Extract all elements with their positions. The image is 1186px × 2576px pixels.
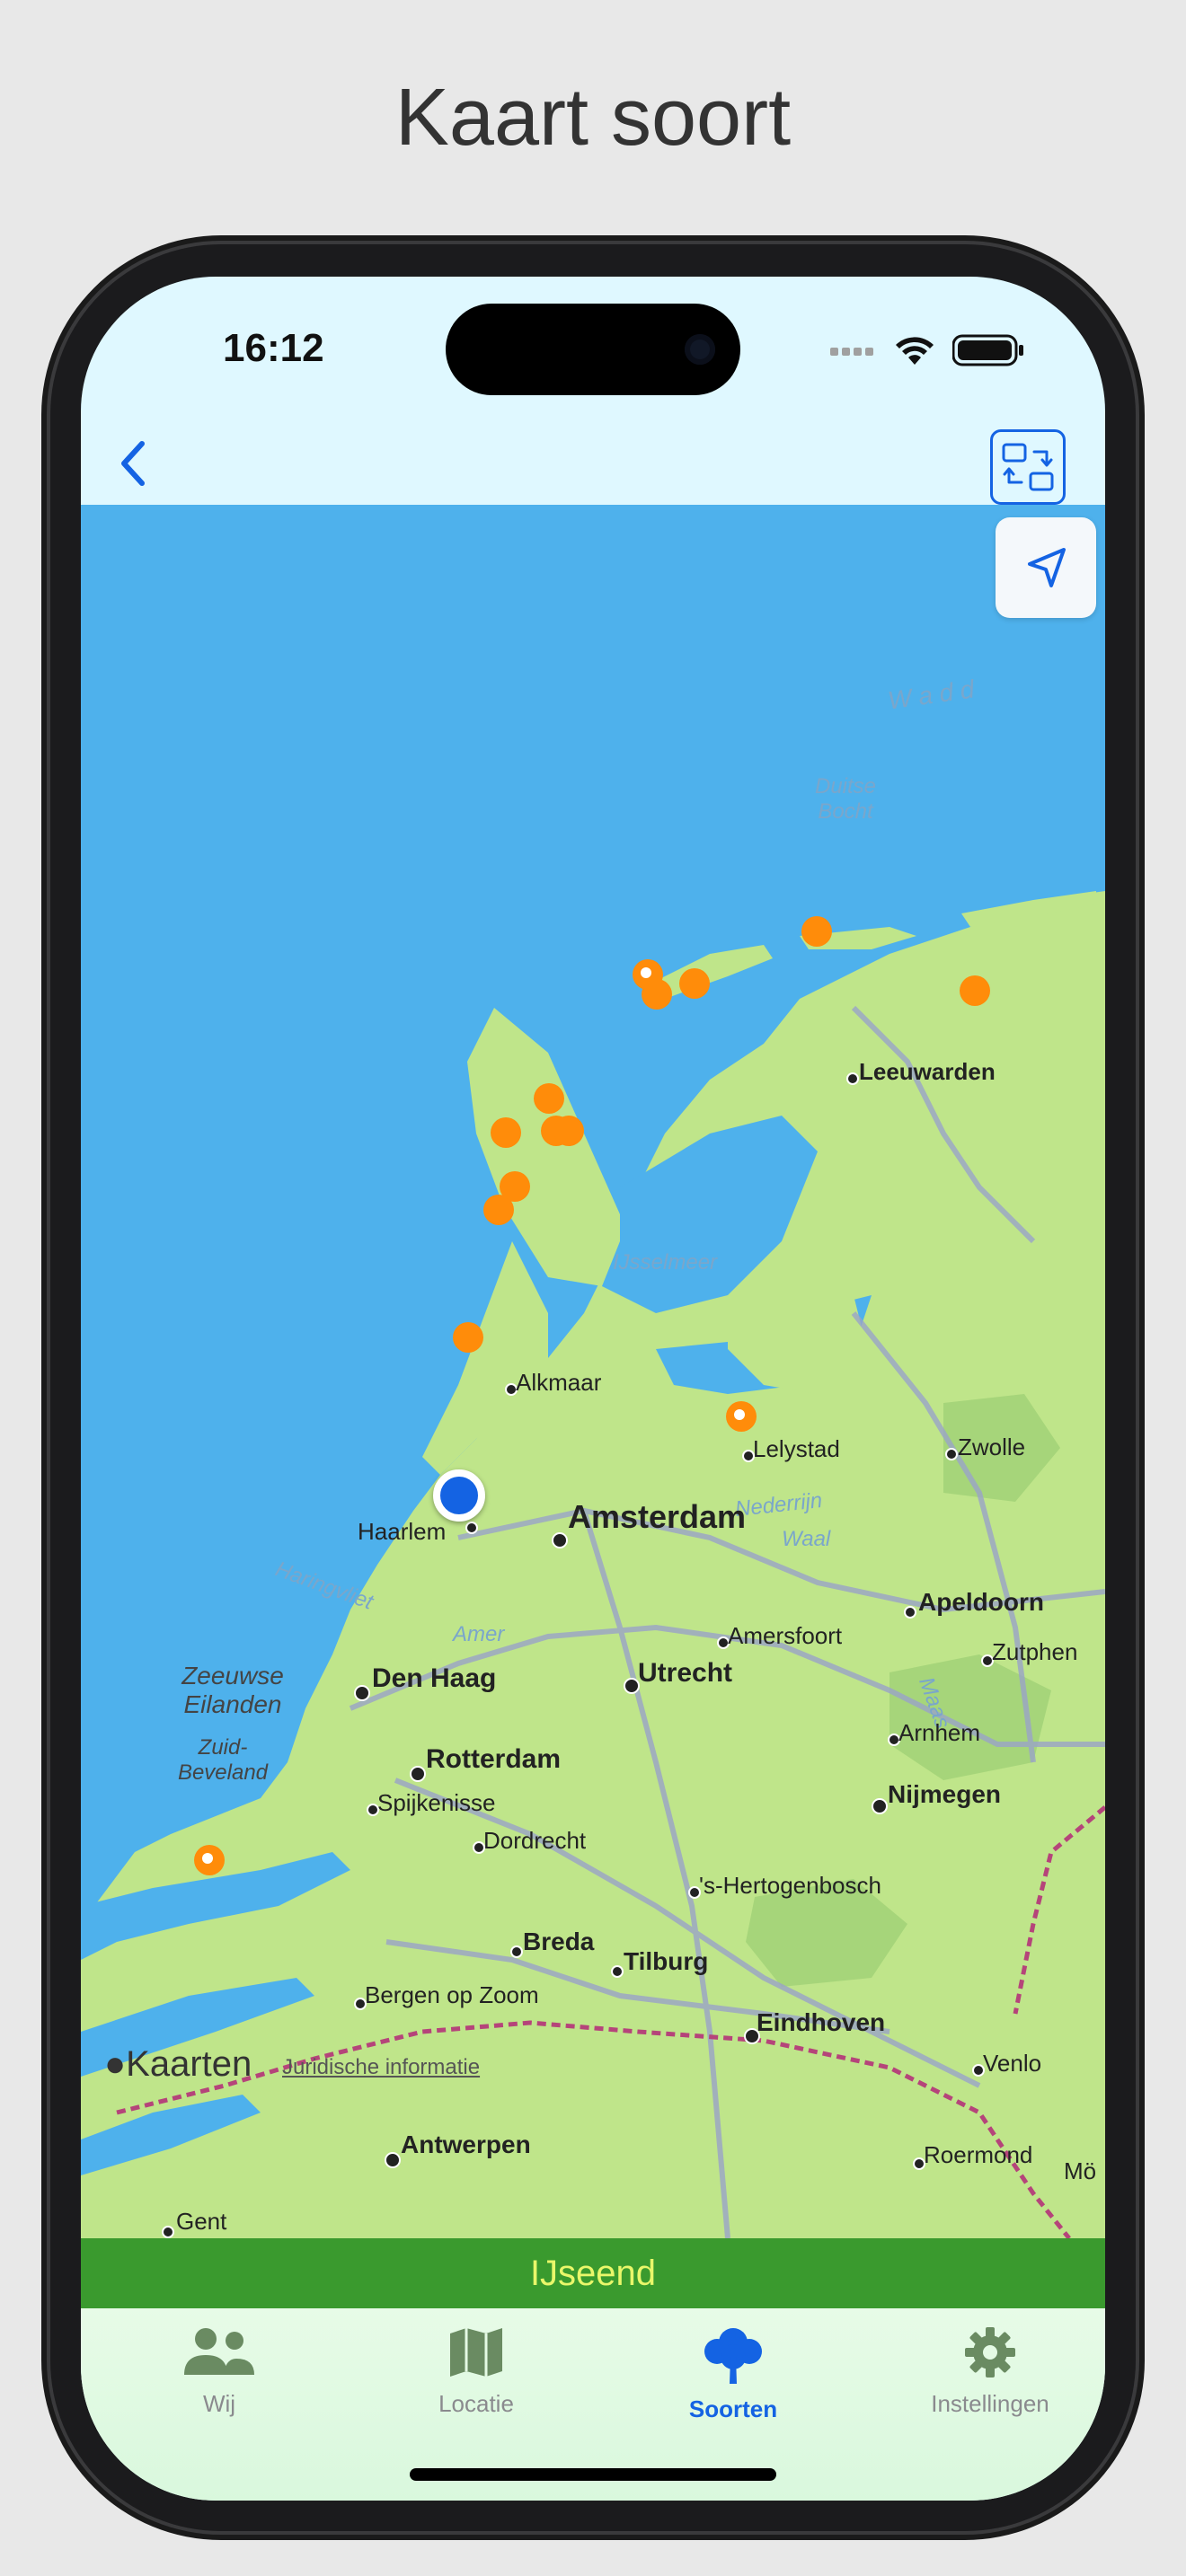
city-roermond: Roermond (924, 2141, 1033, 2168)
city-dordrecht: Dordrecht (483, 1827, 587, 1854)
city-dot (510, 1945, 523, 1958)
city-utrecht: Utrecht (638, 1658, 733, 1688)
city-dot (162, 2226, 174, 2238)
tab-label: Instellingen (931, 2390, 1049, 2417)
observation-marker[interactable] (483, 1195, 514, 1225)
wifi-icon (896, 337, 934, 365)
tab-label: Locatie (438, 2390, 514, 2417)
observation-marker[interactable] (679, 968, 710, 999)
city-arnhem: Arnhem (898, 1719, 981, 1746)
city-mo: Mö (1064, 2157, 1097, 2184)
city-amersfoort: Amersfoort (728, 1622, 843, 1649)
city-hertogenbosch: 's-Hertogenbosch (699, 1872, 881, 1899)
tab-label: Soorten (688, 2395, 778, 2422)
city-dot (872, 1798, 888, 1814)
city-amsterdam: Amsterdam (568, 1498, 747, 1535)
battery-icon (952, 334, 1023, 366)
signal-icon (830, 348, 873, 356)
switch-map-button[interactable] (990, 429, 1066, 505)
current-location-marker (433, 1469, 485, 1522)
city-dot (904, 1606, 916, 1619)
map-icon (450, 2328, 502, 2377)
tab-soorten[interactable]: Soorten (643, 2325, 823, 2423)
observation-marker[interactable] (491, 1117, 521, 1148)
back-button[interactable] (108, 437, 162, 490)
city-spijkenisse: Spijkenisse (377, 1789, 496, 1816)
city-dot (465, 1522, 478, 1534)
volume-up-button (41, 844, 50, 999)
city-dot (385, 2152, 401, 2168)
city-zutphen: Zutphen (992, 1638, 1078, 1665)
legal-link[interactable]: Juridische informatie (282, 2055, 480, 2080)
city-bergen-op-zoom: Bergen op Zoom (365, 1981, 539, 2008)
observation-marker[interactable] (534, 1083, 564, 1114)
location-arrow-icon (1028, 548, 1066, 587)
city-dot (354, 1685, 370, 1701)
observation-marker[interactable] (960, 975, 990, 1006)
status-bar: 16:12 (81, 277, 1105, 411)
city-breda: Breda (523, 1928, 595, 1955)
city-dot (552, 1532, 568, 1548)
apple-logo-icon: ● (104, 2044, 127, 2084)
tab-label: Wij (202, 2390, 236, 2417)
tab-locatie[interactable]: Locatie (386, 2325, 566, 2418)
city-lelystad: Lelystad (753, 1435, 840, 1462)
city-haarlem: Haarlem (358, 1518, 447, 1545)
map-view[interactable]: W a d d Duitse Bocht IJsselmeer Nederrij… (81, 505, 1105, 2238)
action-button (41, 672, 50, 771)
tab-bar: Wij Locatie Soorten Instellingen (81, 2308, 1105, 2501)
home-indicator[interactable] (410, 2468, 776, 2481)
people-icon (184, 2328, 254, 2375)
page-caption: Kaart soort (394, 73, 792, 163)
status-time: 16:12 (223, 326, 324, 370)
city-dot (611, 1965, 624, 1978)
label-zeeuwse-eilanden: Zeeuwse Eilanden (181, 1662, 284, 1718)
dynamic-island (446, 304, 740, 395)
navigation-bar (81, 411, 1105, 512)
city-eindhoven: Eindhoven (757, 2008, 886, 2036)
observation-marker[interactable] (726, 1401, 757, 1432)
status-icons (830, 332, 1024, 368)
tree-icon (704, 2328, 762, 2384)
city-leeuwarden: Leeuwarden (859, 1058, 996, 1085)
swap-icon (1002, 443, 1054, 491)
label-duitse-bocht: Duitse Bocht (814, 774, 877, 824)
camera-icon (685, 334, 715, 365)
city-gent: Gent (176, 2208, 227, 2235)
observation-marker[interactable] (801, 916, 832, 947)
observation-marker[interactable] (194, 1845, 225, 1875)
observation-marker[interactable] (553, 1116, 584, 1146)
city-apeldoorn: Apeldoorn (918, 1588, 1044, 1616)
tab-instellingen[interactable]: Instellingen (900, 2325, 1080, 2418)
city-zwolle: Zwolle (958, 1434, 1026, 1460)
city-dot (410, 1766, 426, 1782)
label-ijsselmeer: IJsselmeer (613, 1250, 718, 1275)
city-alkmaar: Alkmaar (516, 1369, 602, 1396)
tab-wij[interactable]: Wij (129, 2325, 309, 2418)
label-waal: Waal (782, 1527, 831, 1551)
city-dot (846, 1072, 859, 1085)
city-rotterdam: Rotterdam (426, 1744, 562, 1774)
label-amer: Amer (453, 1622, 505, 1646)
city-dot (945, 1448, 958, 1460)
label-zuid-beveland: Zuid-Beveland (177, 1735, 269, 1785)
phone-screen: 16:12 W a d d Duitse Bocht IJsselmeer Ne… (81, 277, 1105, 2501)
observation-marker[interactable] (642, 979, 672, 1010)
species-name-bar: IJseend (81, 2238, 1105, 2308)
city-antwerpen: Antwerpen (401, 2130, 531, 2158)
city-venlo: Venlo (983, 2050, 1042, 2077)
city-nijmegen: Nijmegen (888, 1780, 1002, 1808)
locate-me-button[interactable] (996, 517, 1096, 618)
maps-attribution: ●Kaarten (104, 2044, 252, 2084)
city-den-haag: Den Haag (372, 1663, 497, 1693)
power-button (1136, 898, 1145, 1141)
gear-icon (965, 2327, 1015, 2378)
city-tilburg: Tilburg (624, 1947, 709, 1975)
volume-down-button (41, 1042, 50, 1196)
observation-marker[interactable] (453, 1322, 483, 1353)
